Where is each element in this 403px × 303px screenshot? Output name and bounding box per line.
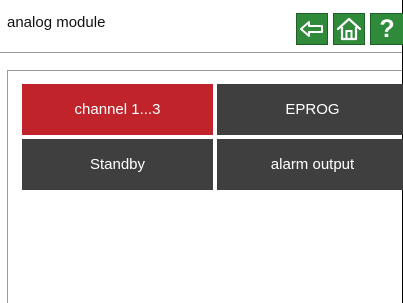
standby-tile-label: Standby (89, 156, 146, 173)
page-title: analog module (7, 14, 106, 31)
channel-tile[interactable]: channel 1...3 (22, 84, 213, 135)
menu-panel: channel 1...3 EPROG Standby alarm output (7, 70, 403, 303)
screen: analog module ? channel 1...3 EPROG Stan… (0, 0, 403, 303)
question-mark-icon: ? (379, 14, 395, 43)
header-divider (0, 52, 402, 53)
channel-tile-label: channel 1...3 (74, 101, 161, 118)
home-button[interactable] (333, 13, 365, 45)
alarm-output-tile-label: alarm output (270, 156, 355, 173)
home-icon (336, 17, 362, 41)
eprog-tile-label: EPROG (285, 101, 340, 118)
back-button[interactable] (296, 13, 328, 45)
alarm-output-tile[interactable]: alarm output (217, 139, 403, 190)
back-arrow-icon (300, 21, 323, 37)
eprog-tile[interactable]: EPROG (217, 84, 403, 135)
title-bar: analog module ? (0, 0, 403, 52)
help-button[interactable]: ? (370, 13, 403, 45)
standby-tile[interactable]: Standby (22, 139, 213, 190)
